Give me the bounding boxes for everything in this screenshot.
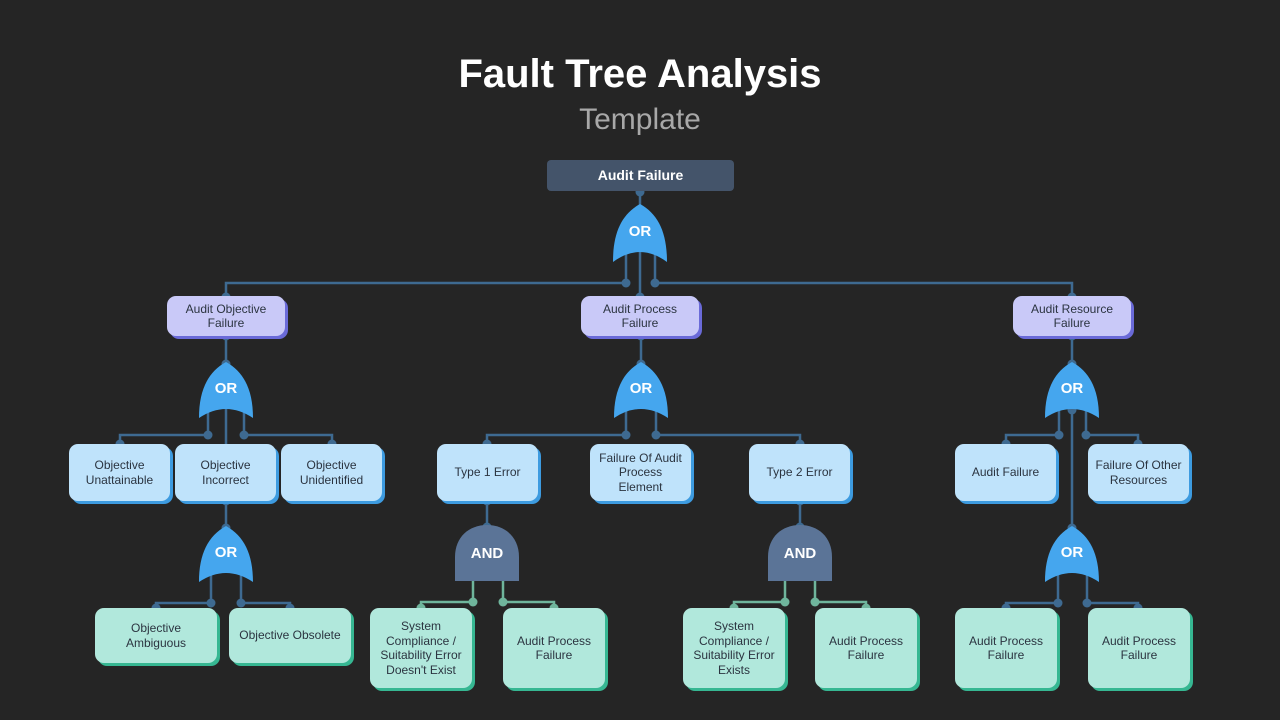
or-gate-root: OR [613, 204, 667, 262]
event-label: Audit Process Failure [516, 633, 592, 663]
gate-label: OR [1060, 544, 1084, 561]
connector-dot [621, 278, 631, 288]
event-type-1-error[interactable]: Type 1 Error [437, 444, 538, 501]
or-gate-process: OR [614, 362, 668, 418]
event-objective-unidentified[interactable]: Objective Unidentified [281, 444, 382, 501]
event-label: Audit Objective Failure [185, 301, 267, 331]
gate-label: AND [470, 545, 504, 562]
connector-line [501, 581, 556, 608]
connector-line [813, 581, 868, 608]
connector-dot [1081, 430, 1091, 440]
connector-dot [236, 598, 246, 608]
event-label: System Compliance / Suitability Error Do… [380, 619, 462, 677]
connector-line [732, 581, 787, 608]
or-gate-incorrect: OR [199, 526, 253, 582]
gate-label: OR [214, 380, 238, 397]
event-label: Type 2 Error [766, 465, 833, 480]
event-label: Objective Incorrect [200, 458, 251, 487]
connector-dot [621, 430, 631, 440]
gate-label: OR [628, 223, 652, 240]
event-label: Objective Unidentified [299, 458, 364, 487]
connector-line [485, 408, 628, 444]
event-failure-of-audit-process-element[interactable]: Failure Of Audit Process Element [590, 444, 691, 501]
event-label: Audit Process Failure [602, 301, 678, 331]
connector-dot [651, 430, 661, 440]
event-label: System Compliance / Suitability Error Ex… [693, 619, 775, 677]
connector-line [419, 581, 475, 608]
event-label: Audit Process Failure [1101, 633, 1177, 663]
event-label: Objective Ambiguous [125, 621, 187, 650]
connector-dot [1082, 598, 1092, 608]
gate-label: OR [629, 380, 653, 397]
event-audit-resource-failure[interactable]: Audit Resource Failure [1013, 296, 1131, 336]
event-label: Failure Of Other Resources [1095, 458, 1182, 487]
connector-dot [780, 597, 790, 607]
event-audit-objective-failure[interactable]: Audit Objective Failure [167, 296, 285, 336]
or-gate-resource-sub: OR [1045, 526, 1099, 582]
event-audit-process-failure[interactable]: Audit Process Failure [581, 296, 699, 336]
event-system-compliance-error-exists[interactable]: System Compliance / Suitability Error Ex… [683, 608, 785, 688]
connector-dot [203, 430, 213, 440]
event-failure-of-other-resources[interactable]: Failure Of Other Resources [1088, 444, 1189, 501]
event-label: Objective Obsolete [239, 628, 341, 643]
connector-line [224, 250, 628, 297]
event-objective-incorrect[interactable]: Objective Incorrect [175, 444, 276, 501]
connector-line [653, 250, 1074, 297]
event-audit-process-failure-and1[interactable]: Audit Process Failure [503, 608, 605, 688]
or-gate-resource: OR [1045, 362, 1099, 418]
event-type-2-error[interactable]: Type 2 Error [749, 444, 850, 501]
event-audit-process-failure-or2[interactable]: Audit Process Failure [1088, 608, 1190, 688]
event-audit-process-failure-or1[interactable]: Audit Process Failure [955, 608, 1057, 688]
event-label: Audit Failure [971, 465, 1040, 480]
connector-dot [810, 597, 820, 607]
gate-label: OR [1060, 380, 1084, 397]
event-label: Audit Process Failure [968, 633, 1044, 663]
event-label: Failure Of Audit Process Element [599, 450, 682, 494]
event-objective-obsolete[interactable]: Objective Obsolete [229, 608, 351, 663]
event-objective-unattainable[interactable]: Objective Unattainable [69, 444, 170, 501]
connector-dot [498, 597, 508, 607]
connector-dot [650, 278, 660, 288]
event-label: Audit Process Failure [828, 633, 904, 663]
connector-dot [1053, 598, 1063, 608]
gate-label: OR [214, 544, 238, 561]
event-label: Objective Unattainable [85, 458, 154, 487]
event-label: Type 1 Error [454, 465, 521, 480]
connector-dot [1054, 430, 1064, 440]
connector-dot [468, 597, 478, 607]
root-event-label: Audit Failure [597, 167, 684, 184]
gate-label: AND [783, 545, 817, 562]
event-label: Audit Resource Failure [1030, 301, 1114, 331]
event-objective-ambiguous[interactable]: Objective Ambiguous [95, 608, 217, 663]
or-gate-objective: OR [199, 362, 253, 418]
event-audit-process-failure-and2[interactable]: Audit Process Failure [815, 608, 917, 688]
event-system-compliance-error-doesnt-exist[interactable]: System Compliance / Suitability Error Do… [370, 608, 472, 688]
root-event[interactable]: Audit Failure [547, 160, 734, 191]
connector-line [654, 408, 802, 444]
connector-line [118, 408, 210, 444]
and-gate-type2: AND [768, 525, 832, 581]
connector-dot [239, 430, 249, 440]
connector-dot [206, 598, 216, 608]
connector-line [242, 408, 334, 444]
and-gate-type1: AND [455, 525, 519, 581]
event-audit-failure[interactable]: Audit Failure [955, 444, 1056, 501]
